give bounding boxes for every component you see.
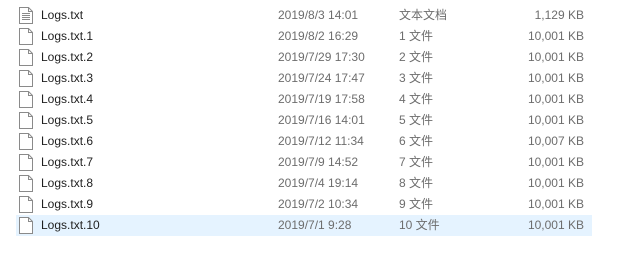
file-name: Logs.txt.5 (41, 113, 94, 127)
file-name: Logs.txt.1 (41, 29, 94, 43)
file-size: 10,001 KB (527, 71, 584, 85)
file-row[interactable]: Logs.txt.8 2019/7/4 19:14 8 文件 10,001 KB (16, 173, 592, 194)
file-list: Logs.txt 2019/8/3 14:01 文本文档 1,129 KB Lo… (16, 5, 592, 236)
file-date-modified: 2019/7/12 11:34 (278, 134, 364, 148)
blank-file-icon (19, 154, 33, 171)
blank-file-icon (19, 112, 33, 129)
file-size: 10,007 KB (527, 134, 584, 148)
file-name: Logs.txt.2 (41, 50, 94, 64)
file-row-selected[interactable]: Logs.txt.10 2019/7/1 9:28 10 文件 10,001 K… (16, 215, 592, 236)
blank-file-icon (19, 217, 33, 234)
file-size: 10,001 KB (527, 218, 584, 232)
blank-file-icon (19, 91, 33, 108)
file-type: 4 文件 (399, 92, 434, 106)
file-name: Logs.txt.6 (41, 134, 94, 148)
file-date-modified: 2019/7/19 17:58 (278, 92, 365, 106)
blank-file-icon (19, 196, 33, 213)
file-row[interactable]: Logs.txt 2019/8/3 14:01 文本文档 1,129 KB (16, 5, 592, 26)
file-name: Logs.txt.8 (41, 176, 94, 190)
file-name: Logs.txt.7 (41, 155, 94, 169)
file-date-modified: 2019/7/29 17:30 (278, 50, 365, 64)
file-date-modified: 2019/8/2 16:29 (278, 29, 359, 43)
file-size: 1,129 KB (534, 8, 584, 22)
file-type: 1 文件 (399, 29, 434, 43)
file-row[interactable]: Logs.txt.2 2019/7/29 17:30 2 文件 10,001 K… (16, 47, 592, 68)
file-size: 10,001 KB (527, 155, 584, 169)
file-name: Logs.txt.4 (41, 92, 94, 106)
file-type: 7 文件 (399, 155, 434, 169)
file-row[interactable]: Logs.txt.3 2019/7/24 17:47 3 文件 10,001 K… (16, 68, 592, 89)
file-name: Logs.txt.10 (41, 218, 100, 232)
file-name: Logs.txt.3 (41, 71, 94, 85)
file-type: 8 文件 (399, 176, 434, 190)
file-row[interactable]: Logs.txt.9 2019/7/2 10:34 9 文件 10,001 KB (16, 194, 592, 215)
blank-file-icon (19, 49, 33, 66)
file-date-modified: 2019/7/2 10:34 (278, 197, 359, 211)
file-row[interactable]: Logs.txt.7 2019/7/9 14:52 7 文件 10,001 KB (16, 152, 592, 173)
file-size: 10,001 KB (527, 50, 584, 64)
text-document-icon (19, 7, 33, 24)
file-type: 6 文件 (399, 134, 434, 148)
file-size: 10,001 KB (527, 92, 584, 106)
file-type: 5 文件 (399, 113, 434, 127)
file-size: 10,001 KB (527, 113, 584, 127)
file-name: Logs.txt.9 (41, 197, 94, 211)
file-size: 10,001 KB (527, 176, 584, 190)
file-type: 2 文件 (399, 50, 434, 64)
file-row[interactable]: Logs.txt.4 2019/7/19 17:58 4 文件 10,001 K… (16, 89, 592, 110)
file-type: 9 文件 (399, 197, 434, 211)
blank-file-icon (19, 28, 33, 45)
file-date-modified: 2019/8/3 14:01 (278, 8, 359, 22)
blank-file-icon (19, 133, 33, 150)
file-date-modified: 2019/7/4 19:14 (278, 176, 359, 190)
blank-file-icon (19, 70, 33, 87)
file-type: 10 文件 (399, 218, 440, 232)
file-date-modified: 2019/7/24 17:47 (278, 71, 365, 85)
file-name: Logs.txt (41, 8, 84, 22)
file-date-modified: 2019/7/1 9:28 (278, 218, 352, 232)
file-row[interactable]: Logs.txt.5 2019/7/16 14:01 5 文件 10,001 K… (16, 110, 592, 131)
file-size: 10,001 KB (527, 197, 584, 211)
file-row[interactable]: Logs.txt.1 2019/8/2 16:29 1 文件 10,001 KB (16, 26, 592, 47)
file-date-modified: 2019/7/9 14:52 (278, 155, 359, 169)
file-type: 文本文档 (399, 8, 448, 22)
file-row[interactable]: Logs.txt.6 2019/7/12 11:34 6 文件 10,007 K… (16, 131, 592, 152)
file-size: 10,001 KB (527, 29, 584, 43)
file-type: 3 文件 (399, 71, 434, 85)
blank-file-icon (19, 175, 33, 192)
file-date-modified: 2019/7/16 14:01 (278, 113, 365, 127)
